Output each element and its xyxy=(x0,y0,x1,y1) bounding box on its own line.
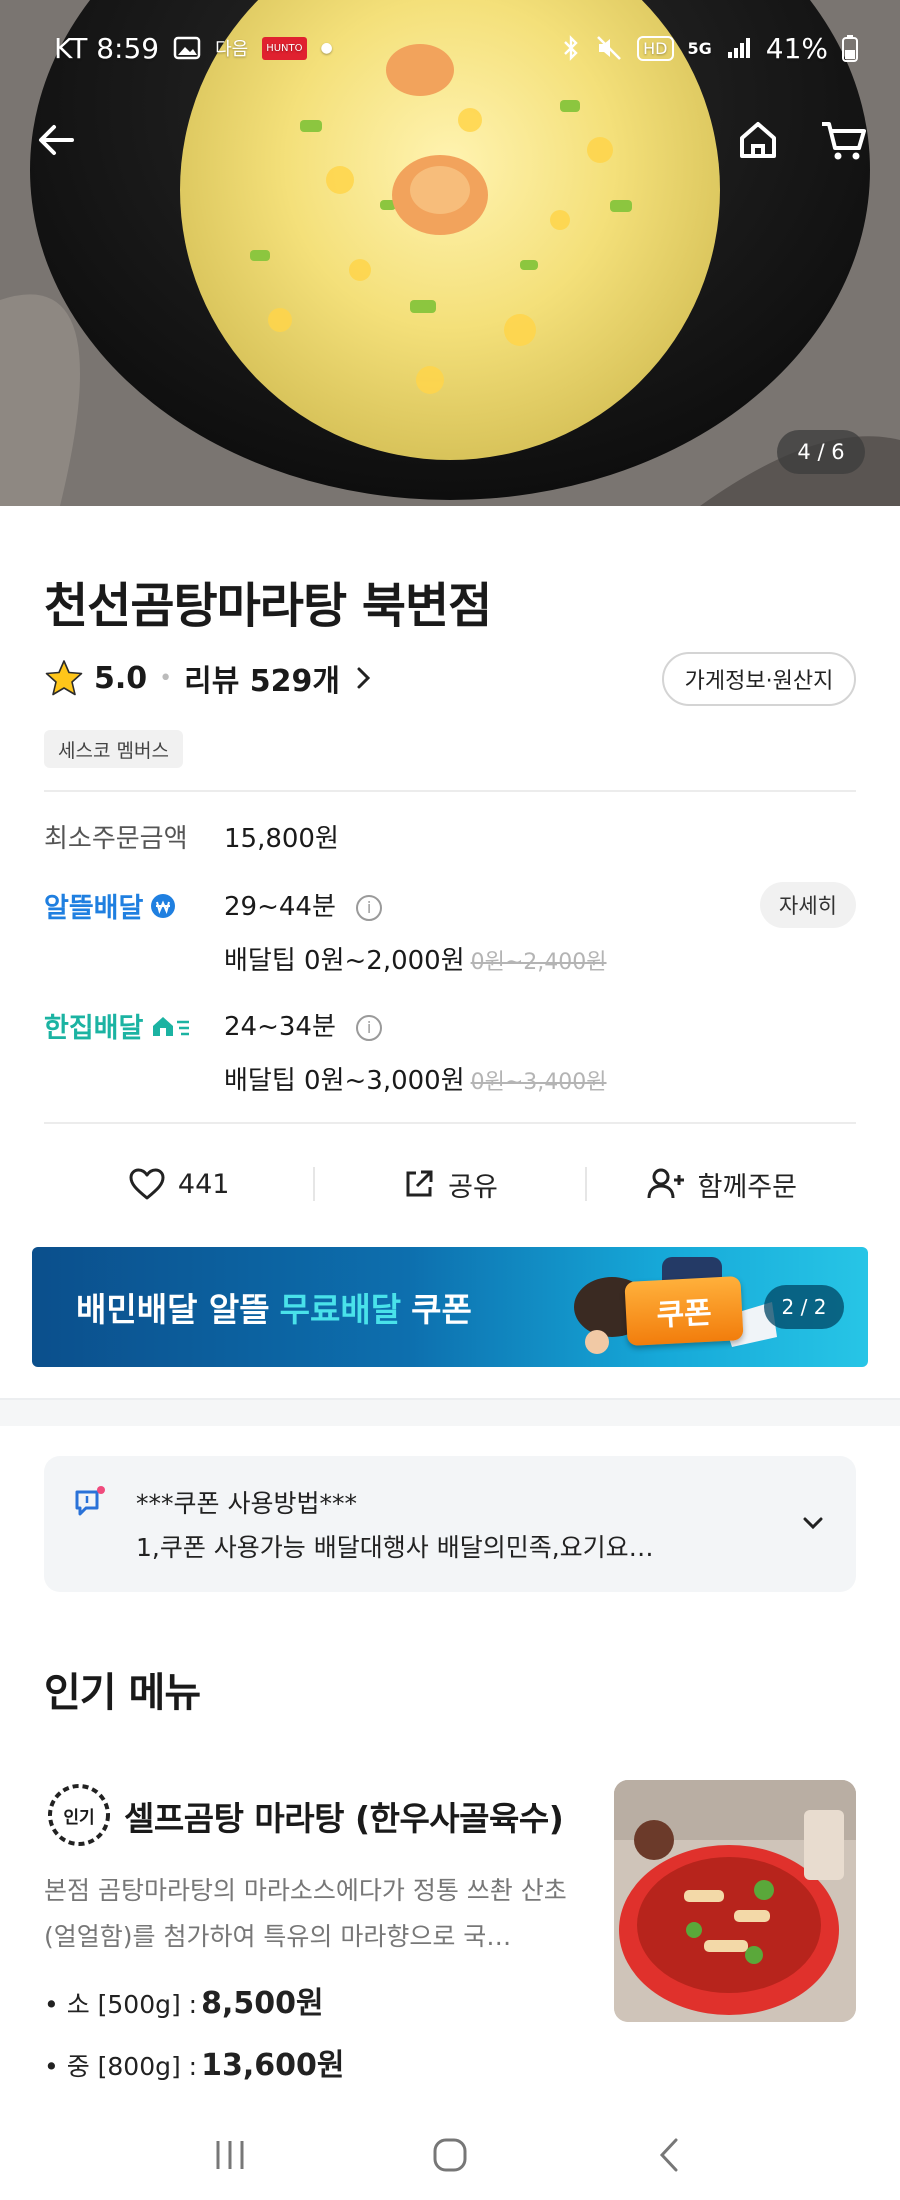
home-nav-icon[interactable] xyxy=(430,2135,470,2175)
store-notice[interactable]: ***쿠폰 사용방법*** 1,쿠폰 사용가능 배달대행사 배달의민족,요기요… xyxy=(44,1456,856,1592)
banner-text-part1: 배민배달 알뜰 xyxy=(76,1290,270,1329)
chevron-down-icon[interactable] xyxy=(798,1508,828,1538)
battery-icon xyxy=(842,34,858,62)
add-user-icon xyxy=(647,1168,684,1199)
separator-dot: • xyxy=(159,665,173,691)
banner-text-part2: 쿠폰 xyxy=(411,1290,472,1329)
delivery-detail-button[interactable]: 자세히 xyxy=(760,882,856,928)
back-button[interactable] xyxy=(32,110,80,170)
menu-photo[interactable] xyxy=(614,1780,856,2022)
saver-delivery-time-row: 29~44분 i xyxy=(224,886,383,923)
home-button[interactable] xyxy=(734,110,782,170)
cart-button[interactable] xyxy=(818,110,870,170)
price-option: • 중 [800g] : 13,600원 xyxy=(44,2040,344,2084)
price-option-label: • 소 [500g] : xyxy=(44,1990,198,2019)
divider xyxy=(44,1122,856,1124)
home-icon xyxy=(740,122,776,158)
store-action-bar: 441 공유 함께주문 xyxy=(44,1154,856,1214)
price-option: • 소 [500g] : 8,500원 xyxy=(44,1978,324,2022)
status-bar: KT 8:59 다음 HUNTO ● HD 5G 41% xyxy=(0,0,900,96)
saver-delivery-label: 알뜰배달 xyxy=(44,893,144,924)
star-icon xyxy=(45,660,83,696)
single-delivery-time-row: 24~34분 i xyxy=(224,1006,383,1043)
recent-apps-icon[interactable] xyxy=(210,2137,250,2173)
banner-text-accent: 무료배달 xyxy=(279,1290,402,1329)
malatang-photo xyxy=(614,1780,856,2022)
bluetooth-icon xyxy=(561,34,581,62)
menu-name: 셀프곰탕 마라탕 (한우사골육수) xyxy=(124,1799,564,1838)
notification-dot-icon: ● xyxy=(320,40,333,56)
signal-icon xyxy=(726,36,752,60)
info-icon[interactable]: i xyxy=(356,1014,383,1041)
coupon-illustration: 쿠폰 xyxy=(624,1276,744,1346)
popular-badge: 인기 xyxy=(44,1780,114,1850)
rating-review-link[interactable]: 5.0 • 리뷰 529개 xyxy=(44,656,374,700)
popular-menu-title: 인기 메뉴 xyxy=(44,1670,201,1716)
popular-badge-label: 인기 xyxy=(63,1807,95,1828)
saver-delivery-brand: 알뜰배달 xyxy=(44,886,177,925)
single-delivery-label: 한집배달 xyxy=(44,1013,144,1044)
saver-tip: 배달팁 0원~2,000원 xyxy=(224,946,465,976)
price-option-amount: 13,600원 xyxy=(201,2048,345,2083)
section-separator xyxy=(0,1398,900,1426)
cart-icon xyxy=(822,122,866,160)
menu-description: 본점 곰탕마라탕의 마라소스에다가 정통 쓰촨 산초(얼얼함)를 첨가하여 특유… xyxy=(44,1876,567,1951)
hero-image-carousel[interactable]: KT 8:59 다음 HUNTO ● HD 5G 41% 4 / 6 xyxy=(0,0,900,506)
share-icon xyxy=(406,1170,433,1197)
won-coin-icon xyxy=(151,893,176,918)
back-nav-icon[interactable] xyxy=(650,2135,690,2175)
single-tip-line: 배달팁 0원~3,000원 0원~3,400원 xyxy=(224,1060,607,1097)
saver-tip-line: 배달팁 0원~2,000원 0원~2,400원 xyxy=(224,940,607,977)
price-option-label: • 중 [800g] : xyxy=(44,2052,198,2081)
divider xyxy=(44,790,856,792)
image-page-indicator: 4 / 6 xyxy=(777,430,865,474)
rating-score: 5.0 xyxy=(94,660,148,696)
hunto-app-icon: HUNTO xyxy=(262,36,307,60)
group-order-label: 함께주문 xyxy=(697,1171,797,1203)
back-arrow-icon xyxy=(39,125,74,155)
min-order-value: 15,800원 xyxy=(224,824,339,854)
review-count: 리뷰 529개 xyxy=(184,664,341,699)
network-type: 5G xyxy=(687,38,712,58)
hd-voice-icon: HD xyxy=(637,35,674,61)
mute-icon xyxy=(595,34,623,62)
daum-app-icon: 다음 xyxy=(215,39,249,60)
like-count: 441 xyxy=(177,1168,230,1200)
store-name: 천선곰탕마라탕 북변점 xyxy=(44,578,492,634)
gallery-icon xyxy=(173,36,201,60)
like-button[interactable]: 441 xyxy=(44,1167,313,1201)
chevron-right-icon xyxy=(357,667,371,689)
carrier-time: KT 8:59 xyxy=(54,31,160,65)
single-delivery-time: 24~34분 xyxy=(224,1012,336,1042)
notice-body: 1,쿠폰 사용가능 배달대행사 배달의민족,요기요… xyxy=(136,1533,654,1562)
fast-house-icon xyxy=(153,1016,190,1036)
single-tip: 배달팁 0원~3,000원 xyxy=(224,1066,465,1096)
heart-icon xyxy=(129,1168,165,1200)
store-info-origin-button[interactable]: 가게정보·원산지 xyxy=(662,652,856,706)
battery-percent: 41% xyxy=(765,31,828,65)
min-order-label: 최소주문금액 xyxy=(44,824,188,854)
notice-chat-icon xyxy=(75,1486,105,1516)
share-label: 공유 xyxy=(448,1171,498,1203)
menu-item[interactable]: 인기 셀프곰탕 마라탕 (한우사골육수) 본점 곰탕마라탕의 마라소스에다가 정… xyxy=(44,1778,856,2098)
single-tip-original: 0원~3,400원 xyxy=(470,1070,607,1095)
notice-title: ***쿠폰 사용방법*** xyxy=(136,1489,357,1518)
saver-tip-original: 0원~2,400원 xyxy=(470,950,607,975)
group-order-button[interactable]: 함께주문 xyxy=(587,1165,856,1204)
system-navigation-bar xyxy=(0,2110,900,2200)
price-option-amount: 8,500원 xyxy=(201,1986,324,2021)
single-delivery-brand: 한집배달 xyxy=(44,1006,191,1045)
info-icon[interactable]: i xyxy=(356,894,383,921)
coupon-banner[interactable]: 배민배달 알뜰 무료배달 쿠폰 쿠폰 2 / 2 xyxy=(32,1247,868,1367)
share-button[interactable]: 공유 xyxy=(315,1165,584,1204)
banner-text: 배민배달 알뜰 무료배달 쿠폰 xyxy=(76,1247,472,1367)
membership-tag: 세스코 멤버스 xyxy=(44,730,183,768)
saver-delivery-time: 29~44분 xyxy=(224,892,336,922)
banner-page-indicator: 2 / 2 xyxy=(764,1285,844,1329)
